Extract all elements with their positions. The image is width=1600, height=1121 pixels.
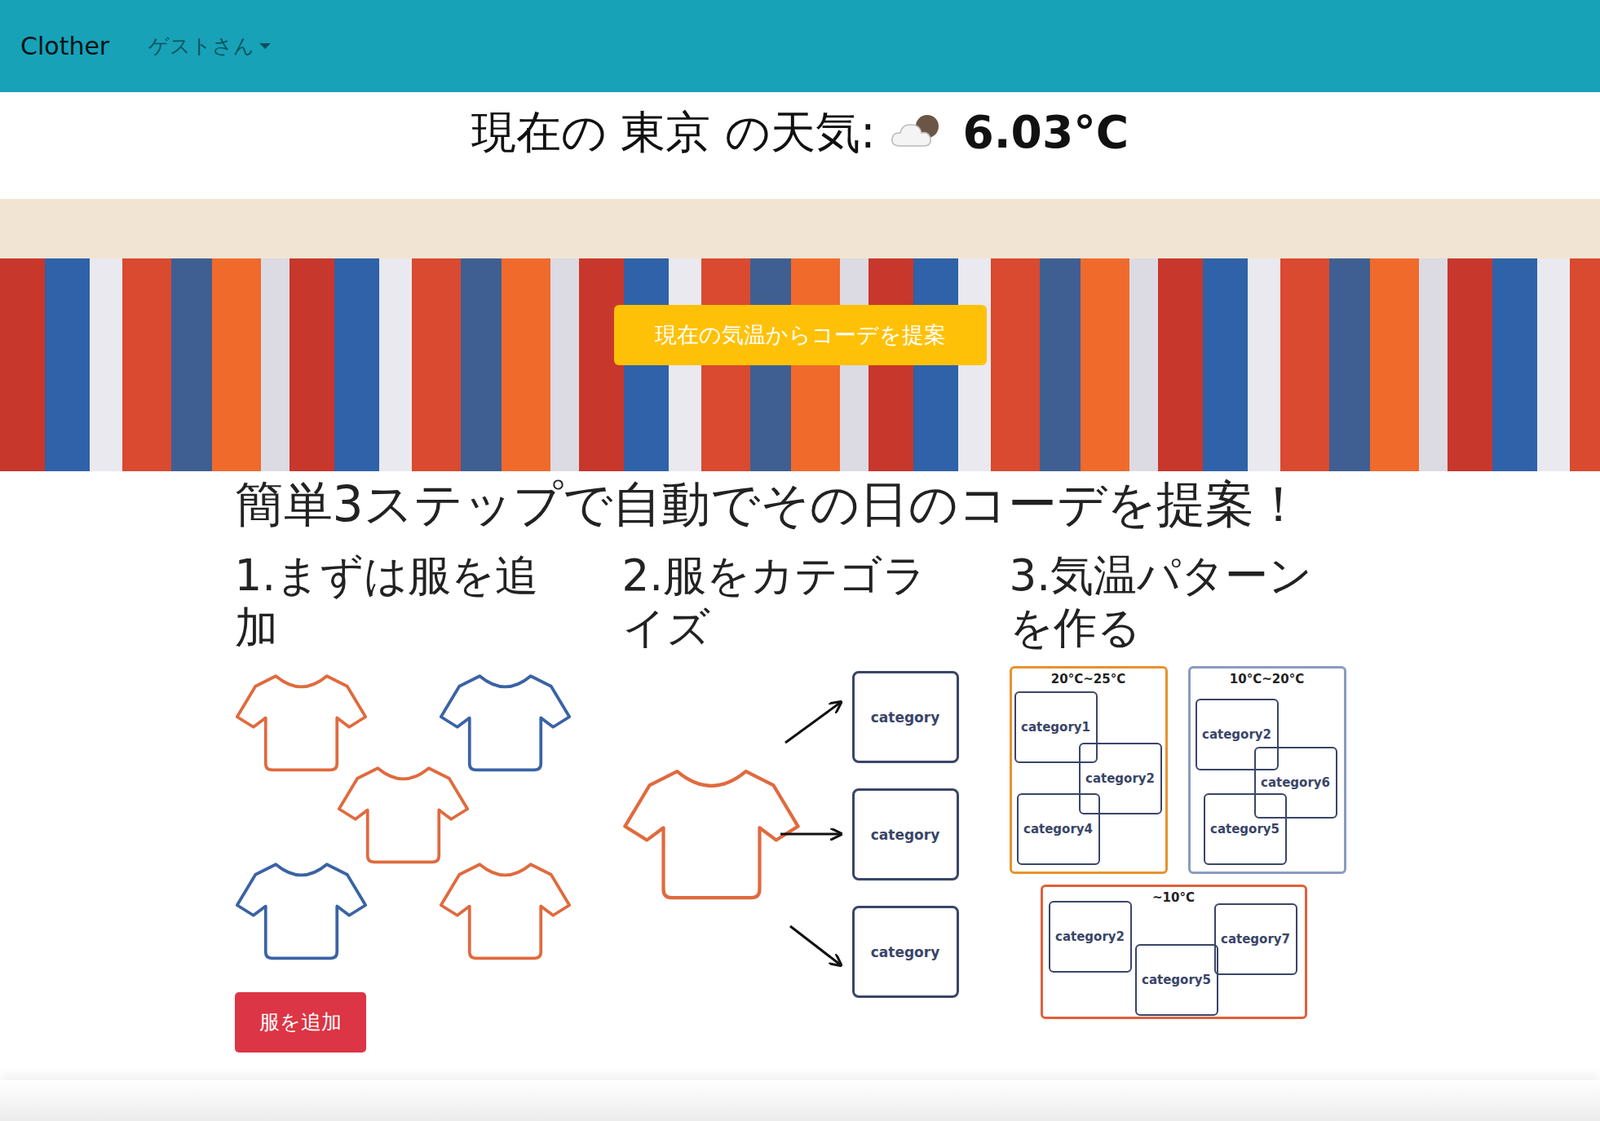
category-box: category bbox=[852, 788, 960, 881]
shirt-icon bbox=[234, 859, 368, 962]
category-node: category2 bbox=[1195, 698, 1279, 771]
hero-image: 現在の気温からコーデを提案 bbox=[0, 198, 1600, 472]
category-node: category1 bbox=[1014, 691, 1098, 764]
steps-title: 簡単3ステップで自動でその日のコーデを提案！ bbox=[234, 474, 1366, 534]
weather-label: 現在の 東京 の天気: bbox=[471, 105, 876, 160]
shirt-icon bbox=[438, 671, 572, 774]
shirt-icon bbox=[336, 763, 470, 866]
temperature-pattern: ~10°C category2category5category7 bbox=[1040, 884, 1308, 1020]
arrow-icon bbox=[785, 702, 840, 743]
category-box: category bbox=[852, 671, 960, 764]
category-node: category7 bbox=[1214, 903, 1298, 976]
add-clothes-button[interactable]: 服を追加 bbox=[234, 992, 367, 1053]
cloudy-night-icon bbox=[888, 111, 950, 153]
category-node: category5 bbox=[1135, 944, 1219, 1017]
arrow-icon bbox=[790, 926, 840, 965]
user-menu[interactable]: ゲストさん bbox=[148, 32, 271, 60]
temperature-pattern: 10°C~20°C category2category6category5 bbox=[1188, 666, 1347, 875]
shirt-icon bbox=[234, 671, 368, 774]
category-node: category5 bbox=[1203, 793, 1287, 866]
category-node: category4 bbox=[1016, 793, 1101, 866]
patterns-diagram: 20°C~25°C category1category2category410°… bbox=[1009, 666, 1353, 1021]
page: Clother ゲストさん 現在の 東京 の天気: 6.03°C 現在の気温から… bbox=[0, 0, 1600, 1121]
brand-link[interactable]: Clother bbox=[20, 31, 110, 61]
step-title: 2.服をカテゴライズ bbox=[622, 549, 941, 654]
step-title: 3.気温パターンを作る bbox=[1009, 549, 1328, 654]
step-column: 1.まずは服を追加 服を追加 bbox=[219, 533, 607, 1053]
temperature: 6.03°C bbox=[962, 105, 1129, 160]
clothes-illustration bbox=[234, 666, 572, 968]
steps-row: 1.まずは服を追加 服を追加2.服をカテゴライズ categorycategor… bbox=[219, 533, 1382, 1053]
category-node: category2 bbox=[1078, 742, 1163, 815]
category-box: category bbox=[852, 906, 960, 999]
category-node: category6 bbox=[1254, 746, 1338, 819]
temperature-pattern: 20°C~25°C category1category2category4 bbox=[1009, 666, 1168, 875]
pattern-range: 20°C~25°C bbox=[1012, 668, 1166, 687]
arrow-icon bbox=[780, 833, 840, 836]
category-node: category2 bbox=[1048, 901, 1132, 973]
shirt-icon bbox=[438, 859, 572, 962]
categorize-diagram: category category category bbox=[622, 666, 965, 1001]
step-column: 3.気温パターンを作る 20°C~25°C category1category2… bbox=[994, 533, 1382, 1053]
pattern-range: 10°C~20°C bbox=[1190, 668, 1344, 687]
steps-section: 簡単3ステップで自動でその日のコーデを提案！ 1.まずは服を追加 服を追加2.服… bbox=[219, 471, 1382, 1053]
step-column: 2.服をカテゴライズ category category category bbox=[606, 533, 995, 1053]
footer bbox=[0, 1080, 1600, 1121]
step-title: 1.まずは服を追加 bbox=[234, 549, 553, 654]
suggest-button[interactable]: 現在の気温からコーデを提案 bbox=[614, 304, 987, 367]
shirt-icon bbox=[622, 763, 801, 904]
weather-heading: 現在の 東京 の天気: 6.03°C bbox=[0, 92, 1600, 160]
navbar: Clother ゲストさん bbox=[0, 0, 1600, 93]
caret-icon bbox=[259, 43, 271, 49]
